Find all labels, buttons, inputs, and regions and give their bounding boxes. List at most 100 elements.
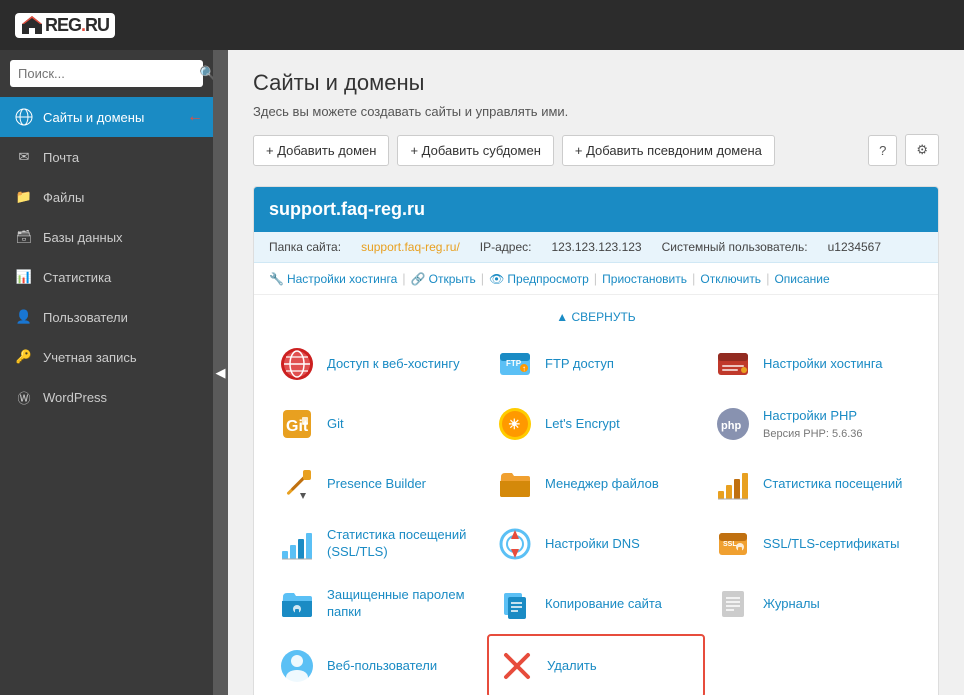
- add-alias-label: + Добавить псевдоним домена: [575, 143, 762, 158]
- ssl-cert-label: SSL/TLS-сертификаты: [763, 536, 899, 553]
- git-item[interactable]: Git Git: [269, 394, 487, 454]
- description-link[interactable]: Описание: [774, 272, 829, 286]
- header: REG.RU: [0, 0, 964, 50]
- sidebar-item-wordpress[interactable]: Ⓦ WordPress: [0, 377, 213, 417]
- main-layout: 🔍 Сайты и домены ← ✉ Почта 📁 Файлы 🗃 Б: [0, 50, 964, 695]
- protected-dirs-label: Защищенные паролем папки: [327, 587, 479, 621]
- collapse-row: ▲ СВЕРНУТЬ: [269, 310, 923, 324]
- collapse-button[interactable]: ▲ СВЕРНУТЬ: [556, 310, 635, 324]
- copy-site-label: Копирование сайта: [545, 596, 662, 613]
- delete-item[interactable]: Удалить: [487, 634, 705, 695]
- search-wrap[interactable]: 🔍: [10, 60, 203, 87]
- logs-item[interactable]: Журналы: [705, 574, 923, 634]
- sidebar-item-statistics[interactable]: 📊 Статистика: [0, 257, 213, 297]
- globe-icon: [15, 108, 33, 126]
- disable-link[interactable]: Отключить: [700, 272, 761, 286]
- letsencrypt-item[interactable]: ☀ Let's Encrypt: [487, 394, 705, 454]
- ssl-cert-icon: SSL: [713, 524, 753, 564]
- visit-stats-icon: [713, 464, 753, 504]
- sidebar-item-files[interactable]: 📁 Файлы: [0, 177, 213, 217]
- sidebar-collapse-button[interactable]: ◀: [213, 50, 228, 695]
- stats-ssl-item[interactable]: Статистика посещений (SSL/TLS): [269, 514, 487, 574]
- sidebar-item-account-label: Учетная запись: [43, 350, 137, 365]
- protected-dirs-icon: [277, 584, 317, 624]
- sidebar-item-sites-label: Сайты и домены: [43, 110, 144, 125]
- mail-icon: ✉: [15, 148, 33, 166]
- php-settings-item[interactable]: php Настройки PHP Версия PHP: 5.6.36: [705, 394, 923, 454]
- visit-stats-item[interactable]: Статистика посещений: [705, 454, 923, 514]
- arrow-icon: ←: [187, 108, 203, 126]
- hosting-settings-item[interactable]: Настройки хостинга: [705, 334, 923, 394]
- delete-icon: [497, 646, 537, 686]
- sidebar-item-sites[interactable]: Сайты и домены ←: [0, 97, 213, 137]
- add-domain-label: + Добавить домен: [266, 143, 376, 158]
- add-subdomain-button[interactable]: + Добавить субдомен: [397, 135, 553, 166]
- add-alias-button[interactable]: + Добавить псевдоним домена: [562, 135, 775, 166]
- web-users-label: Веб-пользователи: [327, 658, 437, 675]
- svg-text:php: php: [721, 420, 741, 432]
- dns-settings-icon: [495, 524, 535, 564]
- php-settings-text: Настройки PHP Версия PHP: 5.6.36: [763, 408, 863, 440]
- search-input[interactable]: [18, 66, 194, 81]
- icons-grid: Доступ к веб-хостингу FTP ↑: [269, 334, 923, 695]
- add-domain-button[interactable]: + Добавить домен: [253, 135, 389, 166]
- icons-section: ▲ СВЕРНУТЬ: [254, 295, 938, 695]
- open-link[interactable]: 🔗 Открыть: [411, 272, 476, 286]
- logo-text: REG.RU: [45, 15, 109, 36]
- sidebar-item-wordpress-label: WordPress: [43, 390, 107, 405]
- logs-label: Журналы: [763, 596, 820, 613]
- domain-actions: 🔧 Настройки хостинга | 🔗 Открыть | 👁 Пре…: [254, 263, 938, 295]
- stats-ssl-label: Статистика посещений (SSL/TLS): [327, 527, 479, 561]
- toolbar: + Добавить домен + Добавить субдомен + Д…: [253, 134, 939, 166]
- file-manager-item[interactable]: Менеджер файлов: [487, 454, 705, 514]
- content-area: Сайты и домены Здесь вы можете создавать…: [228, 50, 964, 695]
- domain-header: support.faq-reg.ru: [254, 187, 938, 232]
- logs-icon: [713, 584, 753, 624]
- web-users-item[interactable]: Веб-пользователи: [269, 634, 487, 695]
- php-settings-icon: php: [713, 404, 753, 444]
- hosting-settings-link[interactable]: 🔧 Настройки хостинга: [269, 272, 397, 286]
- search-box: 🔍: [0, 50, 213, 97]
- web-hosting-item[interactable]: Доступ к веб-хостингу: [269, 334, 487, 394]
- logo: REG.RU: [15, 13, 115, 38]
- web-users-icon: [277, 646, 317, 686]
- git-icon: Git: [277, 404, 317, 444]
- php-label: Настройки PHP: [763, 408, 857, 423]
- help-button[interactable]: ?: [868, 135, 897, 166]
- presence-builder-icon: [277, 464, 317, 504]
- protected-dirs-item[interactable]: Защищенные паролем папки: [269, 574, 487, 634]
- logo-house-icon: [21, 15, 43, 35]
- page-subtitle: Здесь вы можете создавать сайты и управл…: [253, 104, 939, 119]
- sidebar-item-account[interactable]: 🔑 Учетная запись: [0, 337, 213, 377]
- git-label: Git: [327, 416, 344, 433]
- folder-link[interactable]: support.faq-reg.ru/: [361, 240, 460, 254]
- delete-label: Удалить: [547, 658, 597, 675]
- ftp-label: FTP доступ: [545, 356, 614, 373]
- file-manager-label: Менеджер файлов: [545, 476, 659, 493]
- sidebar-item-users-label: Пользователи: [43, 310, 128, 325]
- file-manager-icon: [495, 464, 535, 504]
- copy-site-icon: [495, 584, 535, 624]
- copy-site-item[interactable]: Копирование сайта: [487, 574, 705, 634]
- add-subdomain-label: + Добавить субдомен: [410, 143, 540, 158]
- ftp-item[interactable]: FTP ↑ FTP доступ: [487, 334, 705, 394]
- users-icon: 👤: [15, 308, 33, 326]
- pause-link[interactable]: Приостановить: [602, 272, 687, 286]
- letsencrypt-icon: ☀: [495, 404, 535, 444]
- settings-button[interactable]: ⚙: [905, 134, 939, 166]
- dns-settings-item[interactable]: Настройки DNS: [487, 514, 705, 574]
- sidebar-item-mail-label: Почта: [43, 150, 79, 165]
- presence-builder-item[interactable]: Presence Builder: [269, 454, 487, 514]
- sidebar-item-databases[interactable]: 🗃 Базы данных: [0, 217, 213, 257]
- sidebar-item-users[interactable]: 👤 Пользователи: [0, 297, 213, 337]
- letsencrypt-label: Let's Encrypt: [545, 416, 620, 433]
- wordpress-icon: Ⓦ: [15, 388, 33, 406]
- sys-user-label: Системный пользователь:: [662, 240, 808, 254]
- sidebar-item-mail[interactable]: ✉ Почта: [0, 137, 213, 177]
- ssl-cert-item[interactable]: SSL SSL/TLS-сертификаты: [705, 514, 923, 574]
- preview-link[interactable]: 👁 Предпросмотр: [489, 272, 589, 286]
- search-icon: 🔍: [199, 65, 213, 82]
- sys-user-value: u1234567: [828, 240, 881, 254]
- sidebar-item-statistics-label: Статистика: [43, 270, 111, 285]
- logo-box: REG.RU: [15, 13, 115, 38]
